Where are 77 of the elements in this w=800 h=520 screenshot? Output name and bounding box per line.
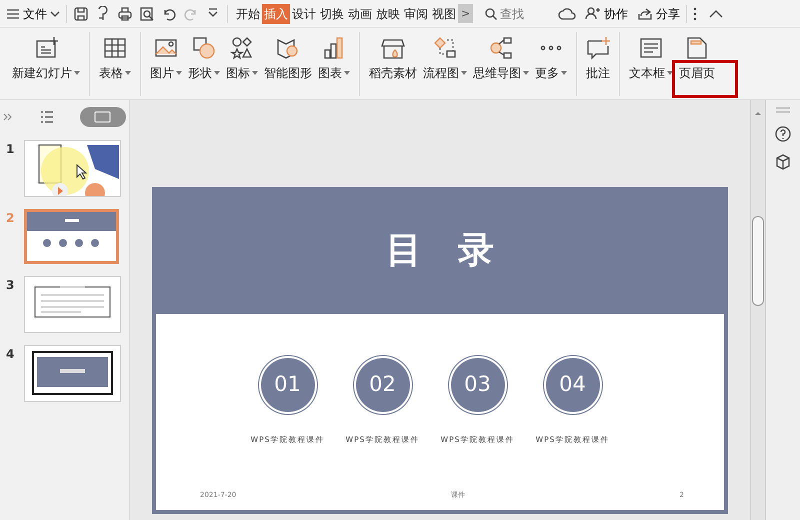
ribbon-button[interactable]: 思维导图: [470, 32, 532, 86]
ribbon-tab[interactable]: 审阅: [402, 4, 430, 24]
ribbon-button[interactable]: 图片: [147, 32, 185, 86]
cube-icon[interactable]: [775, 154, 791, 170]
caret-icon: [214, 70, 220, 74]
slide-thumbnail[interactable]: [24, 140, 122, 197]
slide-title: 目 录: [386, 228, 494, 272]
double-chevron-icon[interactable]: [3, 113, 13, 121]
thumbnail-view-icon[interactable]: [94, 111, 112, 123]
ribbon-button[interactable]: 稻壳素材: [366, 32, 420, 86]
ribbon-button[interactable]: 批注: [583, 32, 613, 86]
ribbon-tab[interactable]: 开始: [234, 4, 262, 24]
ribbon-button[interactable]: 流程图: [420, 32, 470, 86]
ribbon-button[interactable]: 智能图形: [261, 32, 315, 86]
more-tabs-button[interactable]: >: [458, 4, 474, 24]
ribbon-button[interactable]: 更多: [532, 32, 570, 86]
caret-icon: [252, 70, 258, 74]
mind-map-icon: [489, 36, 513, 60]
action-button[interactable]: 协作: [585, 6, 628, 22]
caret-icon: [667, 70, 673, 74]
ribbon-button[interactable]: 页眉页: [676, 32, 718, 86]
chevron-down-icon: [50, 10, 60, 16]
text-box-icon: [639, 36, 663, 60]
shapes-icon: [192, 36, 216, 60]
icons-icon: [230, 36, 254, 60]
print-preview-icon[interactable]: [139, 6, 155, 22]
caret-icon: [344, 70, 350, 74]
ribbon-button[interactable]: 形状: [185, 32, 223, 86]
scroll-up-icon[interactable]: [754, 110, 762, 116]
caret-icon: [561, 70, 567, 74]
flowchart-icon: [433, 36, 457, 60]
ribbon-button[interactable]: 文本框: [626, 32, 676, 86]
header-footer-icon: [685, 36, 709, 60]
file-menu[interactable]: 文件: [6, 8, 60, 20]
caret-icon: [74, 70, 80, 74]
ribbon-button[interactable]: 图标: [223, 32, 261, 86]
caret-icon: [176, 70, 182, 74]
slide-number: 4: [6, 346, 14, 363]
print-icon[interactable]: [117, 6, 133, 22]
scrollbar-thumb[interactable]: [752, 216, 764, 306]
more-dots-icon: [539, 44, 563, 52]
ribbon-button[interactable]: 表格: [96, 32, 134, 86]
outline-view-icon[interactable]: [40, 110, 54, 124]
cloud-icon[interactable]: [558, 6, 576, 20]
more-icon[interactable]: [693, 6, 698, 20]
slide-thumbnail[interactable]: [24, 276, 122, 333]
ribbon-button[interactable]: 图表: [315, 32, 353, 86]
number-circle: 04: [546, 358, 600, 412]
slide-number: 1: [6, 141, 14, 158]
number-circle: 03: [450, 358, 504, 412]
search-icon: [485, 8, 498, 20]
person-add-icon: [585, 6, 602, 22]
ribbon-tab[interactable]: 视图: [430, 4, 458, 24]
caret-icon: [125, 70, 131, 74]
collapse-icon[interactable]: [709, 10, 724, 18]
action-button[interactable]: 分享: [637, 6, 680, 22]
search-field[interactable]: 查找: [500, 4, 540, 22]
save-icon[interactable]: [73, 6, 89, 22]
ribbon-tab[interactable]: 动画: [346, 4, 374, 24]
caret-icon: [461, 70, 467, 74]
slide-number: 2: [6, 210, 14, 227]
share-icon: [637, 6, 654, 22]
menu-icon: [6, 8, 20, 20]
ribbon-tab[interactable]: 切换: [318, 4, 346, 24]
help-icon[interactable]: [775, 126, 791, 142]
comment-icon: [586, 36, 610, 60]
number-circle: 01: [260, 358, 314, 412]
table-icon: [103, 36, 127, 60]
new-slide-icon: [34, 36, 58, 60]
slide-thumbnail[interactable]: [24, 209, 120, 264]
slide-number: 3: [6, 277, 14, 294]
ribbon-tab[interactable]: 设计: [290, 4, 318, 24]
ribbon-tab[interactable]: 放映: [374, 4, 402, 24]
slide-thumbnail[interactable]: [24, 345, 122, 402]
caret-icon: [523, 70, 529, 74]
number-circle: 02: [356, 358, 410, 412]
ribbon-button[interactable]: 新建幻灯片: [9, 32, 83, 86]
